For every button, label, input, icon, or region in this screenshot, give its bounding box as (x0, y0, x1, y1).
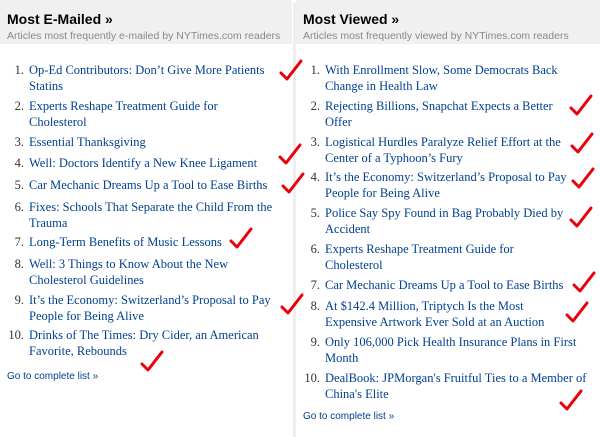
article-link[interactable]: Only 106,000 Pick Health Insurance Plans… (325, 334, 587, 366)
item-number: 10. (8, 328, 24, 342)
most-viewed-header: Most Viewed » Articles most frequently v… (296, 0, 600, 44)
article-link[interactable]: Police Say Spy Found in Bag Probably Die… (325, 205, 575, 237)
article-link[interactable]: DealBook: JPMorgan's Fruitful Ties to a … (325, 370, 587, 402)
viewed-complete-list-link[interactable]: Go to complete list » (303, 411, 394, 422)
item-number: 10. (304, 371, 320, 385)
item-number: 5. (310, 206, 320, 220)
emailed-complete-list-link[interactable]: Go to complete list » (7, 371, 98, 382)
most-emailed-header: Most E-Mailed » Articles most frequently… (0, 0, 292, 44)
item-number: 2. (310, 99, 320, 113)
article-link[interactable]: Experts Reshape Treatment Guide for Chol… (325, 241, 550, 273)
article-link[interactable]: Long-Term Benefits of Music Lessons (29, 234, 287, 250)
check-mark-icon (569, 94, 593, 116)
item-number: 2. (14, 99, 24, 113)
item-number: 7. (310, 278, 320, 292)
item-number: 6. (14, 200, 24, 214)
article-link[interactable]: It’s the Economy: Switzerland’s Proposal… (29, 292, 284, 324)
article-link[interactable]: With Enrollment Slow, Some Democrats Bac… (325, 62, 575, 94)
most-emailed-panel: Most E-Mailed » Articles most frequently… (0, 0, 305, 437)
item-number: 6. (310, 242, 320, 256)
article-link[interactable]: At $142.4 Million, Triptych Is the Most … (325, 298, 575, 330)
item-number: 9. (14, 293, 24, 307)
article-link[interactable]: Logistical Hurdles Paralyze Relief Effor… (325, 134, 595, 166)
item-number: 8. (14, 257, 24, 271)
article-link[interactable]: Car Mechanic Dreams Up a Tool to Ease Bi… (325, 277, 587, 293)
article-link[interactable]: Fixes: Schools That Separate the Child F… (29, 199, 287, 231)
item-number: 1. (310, 63, 320, 77)
most-viewed-subtitle: Articles most frequently viewed by NYTim… (303, 30, 569, 42)
item-number: 8. (310, 299, 320, 313)
article-link[interactable]: Rejecting Billions, Snapchat Expects a B… (325, 98, 565, 130)
item-number: 4. (14, 156, 24, 170)
item-number: 4. (310, 170, 320, 184)
item-number: 9. (310, 335, 320, 349)
article-link[interactable]: Well: 3 Things to Know About the New Cho… (29, 256, 259, 288)
item-number: 7. (14, 235, 24, 249)
item-number: 1. (14, 63, 24, 77)
most-viewed-title-link[interactable]: Most Viewed » (303, 11, 399, 27)
article-link[interactable]: Car Mechanic Dreams Up a Tool to Ease Bi… (29, 177, 287, 193)
item-number: 3. (14, 135, 24, 149)
article-link[interactable]: Op-Ed Contributors: Don’t Give More Pati… (29, 62, 274, 94)
most-emailed-subtitle: Articles most frequently e-mailed by NYT… (7, 30, 281, 42)
item-number: 5. (14, 178, 24, 192)
most-emailed-title-link[interactable]: Most E-Mailed » (7, 11, 113, 27)
article-link[interactable]: Well: Doctors Identify a New Knee Ligame… (29, 155, 287, 171)
most-viewed-panel: Most Viewed » Articles most frequently v… (296, 0, 600, 437)
article-link[interactable]: Experts Reshape Treatment Guide for Chol… (29, 98, 259, 130)
article-link[interactable]: Drinks of The Times: Dry Cider, an Ameri… (29, 327, 279, 359)
article-link[interactable]: Essential Thanksgiving (29, 134, 279, 150)
item-number: 3. (310, 135, 320, 149)
article-link[interactable]: It’s the Economy: Switzerland’s Proposal… (325, 169, 587, 201)
